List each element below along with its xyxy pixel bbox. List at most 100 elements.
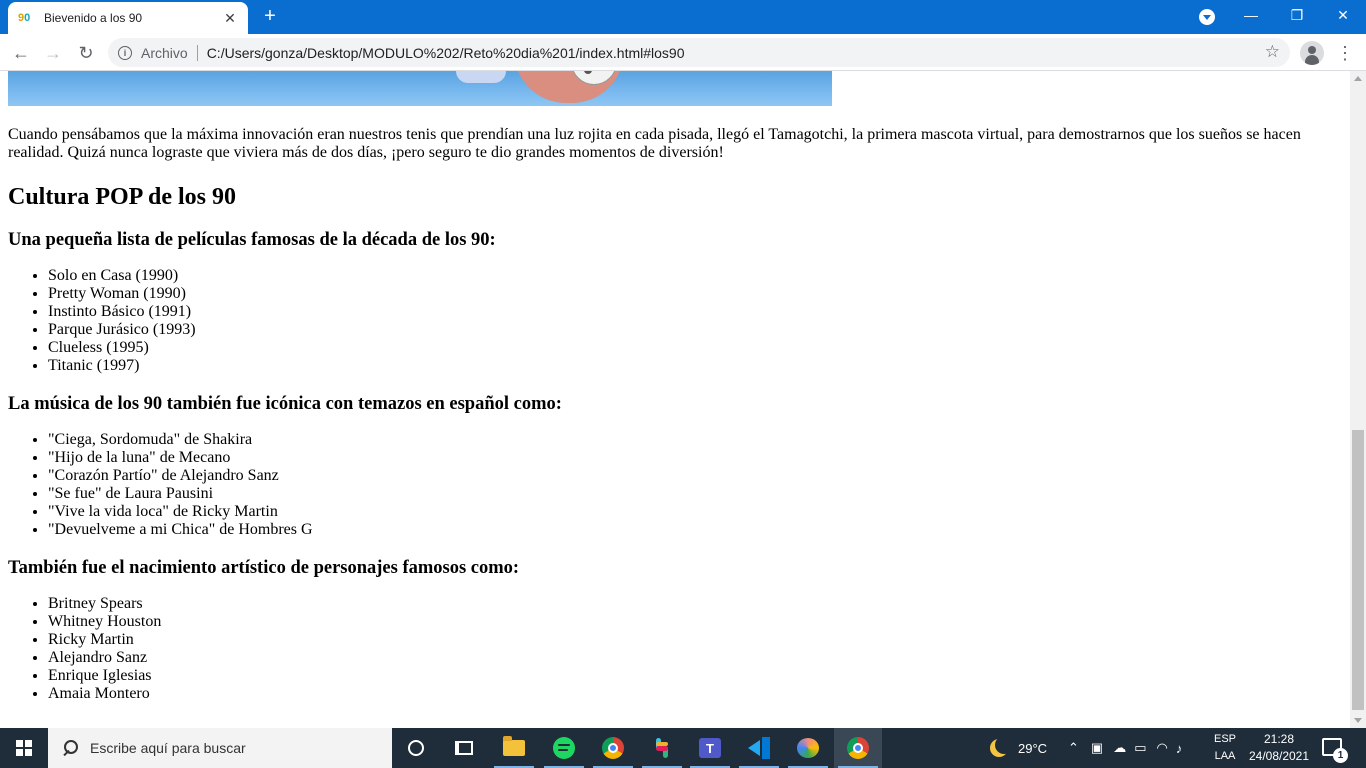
list-item: "Devuelveme a mi Chica" de Hombres G: [48, 521, 1338, 539]
teams-button[interactable]: T: [686, 728, 734, 768]
profile-avatar-icon[interactable]: [1300, 41, 1324, 65]
tab-search-icon[interactable]: [1199, 9, 1215, 25]
list-item: Clueless (1995): [48, 339, 1338, 357]
list-item: Alejandro Sanz: [48, 649, 1338, 667]
file-explorer-button[interactable]: [490, 728, 538, 768]
list-item: "Ciega, Sordomuda" de Shakira: [48, 431, 1338, 449]
section-title: Cultura POP de los 90: [8, 184, 237, 210]
list-item: Parque Jurásico (1993): [48, 321, 1338, 339]
spotify-button[interactable]: [540, 728, 588, 768]
clock-time: 21:28: [1263, 732, 1295, 746]
moon-icon: [995, 736, 1013, 754]
notification-badge: 1: [1333, 748, 1348, 763]
cortana-icon: [408, 740, 424, 756]
cortana-button[interactable]: [392, 728, 440, 768]
windows-taskbar: Escribe aquí para buscar T 29°C ⌃ ▣ ☁ ▭ …: [0, 728, 1366, 768]
meet-now-icon[interactable]: ▣: [1091, 740, 1103, 756]
tab-favicon-icon: 90: [18, 11, 36, 25]
wifi-icon[interactable]: ◠: [1157, 740, 1168, 756]
info-icon[interactable]: i: [118, 45, 132, 60]
list-item: Ricky Martin: [48, 631, 1338, 649]
spotify-icon: [553, 737, 575, 759]
address-bar[interactable]: i Archivo C:/Users/gonza/Desktop/MODULO%…: [108, 38, 1290, 67]
bookmark-star-icon[interactable]: ☆: [1265, 42, 1280, 62]
weather-widget[interactable]: 29°C: [990, 728, 1047, 768]
task-view-button[interactable]: [440, 728, 488, 768]
chrome-button[interactable]: [589, 728, 637, 768]
new-tab-icon[interactable]: +: [260, 6, 280, 26]
clock-date: 24/08/2021: [1248, 749, 1310, 763]
language-code: ESP: [1213, 733, 1236, 745]
onedrive-icon[interactable]: ☁: [1113, 740, 1126, 756]
search-icon: [62, 740, 78, 756]
input-language[interactable]: ESP LAA: [1212, 731, 1238, 765]
close-window-icon[interactable]: ✕: [1320, 0, 1366, 30]
slack-icon: [652, 738, 672, 758]
start-button[interactable]: [0, 728, 48, 768]
intro-paragraph: Cuando pensábamos que la máxima innovaci…: [8, 126, 1301, 161]
artists-heading: También fue el nacimiento artístico de p…: [8, 558, 520, 578]
artists-list: Britney Spears Whitney Houston Ricky Mar…: [8, 595, 1338, 703]
page-content: Cuando pensábamos que la máxima innovaci…: [8, 126, 1338, 703]
list-item: "Corazón Partío" de Alejandro Sanz: [48, 467, 1338, 485]
paint-button[interactable]: [784, 728, 832, 768]
back-icon[interactable]: ←: [8, 40, 34, 66]
list-item: Enrique Iglesias: [48, 667, 1338, 685]
system-clock[interactable]: 21:28 24/08/2021: [1244, 731, 1314, 765]
scroll-down-icon[interactable]: [1354, 718, 1362, 723]
image-detail: [456, 71, 506, 83]
keyboard-layout: LAA: [1214, 750, 1236, 762]
system-tray: ⌃ ▣ ☁ ▭ ◠ ♪: [1068, 728, 1182, 768]
list-item: "Se fue" de Laura Pausini: [48, 485, 1338, 503]
list-item: Amaia Montero: [48, 685, 1338, 703]
list-item: Solo en Casa (1990): [48, 267, 1338, 285]
music-list: "Ciega, Sordomuda" de Shakira "Hijo de l…: [8, 431, 1338, 539]
movies-heading: Una pequeña lista de películas famosas d…: [8, 230, 496, 250]
scheme-label: Archivo: [141, 44, 188, 61]
movies-list: Solo en Casa (1990) Pretty Woman (1990) …: [8, 267, 1338, 375]
browser-titlebar: 90 Bievenido a los 90 ✕ + — ❐ ✕: [0, 0, 1366, 34]
page-viewport: Cuando pensábamos que la máxima innovaci…: [0, 71, 1350, 728]
chevron-up-icon[interactable]: ⌃: [1068, 740, 1079, 756]
address-divider: [196, 44, 198, 61]
vscode-icon: [748, 737, 770, 759]
folder-icon: [503, 736, 525, 756]
volume-icon[interactable]: ♪: [1176, 741, 1183, 756]
vscode-button[interactable]: [735, 728, 783, 768]
tab-title: Bievenido a los 90: [44, 11, 143, 25]
list-item: "Hijo de la luna" de Mecano: [48, 449, 1338, 467]
forward-icon[interactable]: →: [40, 40, 66, 66]
browser-tab[interactable]: 90 Bievenido a los 90 ✕: [8, 2, 248, 34]
list-item: Britney Spears: [48, 595, 1338, 613]
paint-icon: [797, 738, 819, 758]
teams-icon: T: [699, 738, 721, 758]
url-text[interactable]: C:/Users/gonza/Desktop/MODULO%202/Reto%2…: [207, 45, 685, 61]
slack-button[interactable]: [638, 728, 686, 768]
favicon-digit-0: 0: [24, 12, 31, 24]
tamagotchi-image: [8, 71, 832, 106]
list-item: Instinto Básico (1991): [48, 303, 1338, 321]
tab-close-icon[interactable]: ✕: [222, 10, 238, 27]
chrome-icon: [847, 737, 869, 759]
chrome-icon: [602, 737, 624, 759]
reload-icon[interactable]: ↻: [73, 40, 99, 66]
list-item: "Vive la vida loca" de Ricky Martin: [48, 503, 1338, 521]
music-heading: La música de los 90 también fue icónica …: [8, 394, 562, 414]
scroll-up-icon[interactable]: [1354, 76, 1362, 81]
scrollbar-thumb[interactable]: [1352, 430, 1364, 710]
browser-menu-icon[interactable]: ⋮: [1336, 40, 1354, 66]
browser-toolbar: ← → ↻ i Archivo C:/Users/gonza/Desktop/M…: [0, 34, 1366, 71]
windows-logo-icon: [16, 740, 32, 756]
list-item: Titanic (1997): [48, 357, 1338, 375]
list-item: Pretty Woman (1990): [48, 285, 1338, 303]
weather-temperature: 29°C: [1018, 740, 1048, 756]
taskbar-search[interactable]: Escribe aquí para buscar: [48, 728, 392, 768]
list-item: Whitney Houston: [48, 613, 1338, 631]
battery-icon[interactable]: ▭: [1134, 740, 1146, 756]
task-view-icon: [455, 741, 473, 755]
restore-icon[interactable]: ❐: [1274, 0, 1320, 30]
search-placeholder: Escribe aquí para buscar: [90, 740, 246, 756]
chrome-active-button[interactable]: [834, 728, 882, 768]
vertical-scrollbar[interactable]: [1350, 71, 1366, 728]
minimize-icon[interactable]: —: [1228, 0, 1274, 30]
